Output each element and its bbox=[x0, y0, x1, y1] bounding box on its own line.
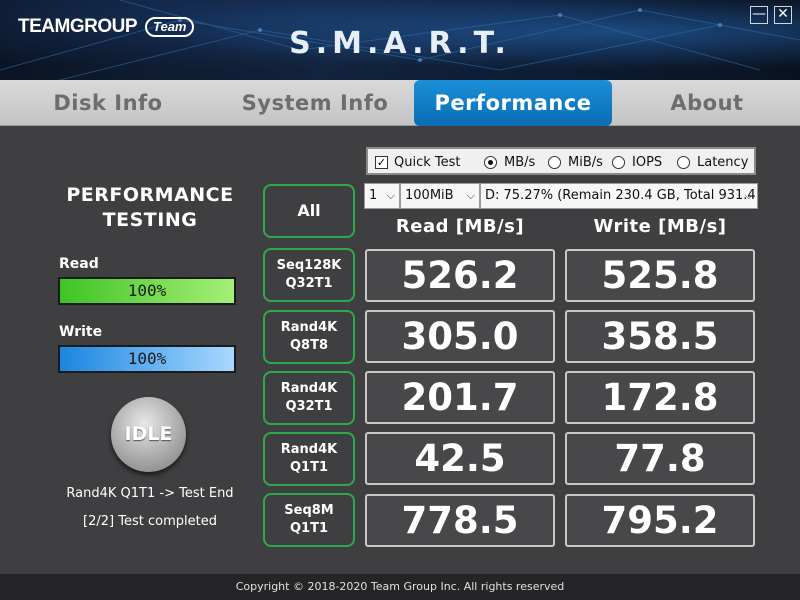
chevron-down-icon: ⌵ bbox=[466, 189, 475, 202]
write-progress-text: 100% bbox=[127, 349, 167, 368]
test-count-select[interactable]: 1 ⌵ bbox=[364, 183, 400, 209]
run-all-button[interactable]: All bbox=[263, 184, 355, 238]
write-result: 795.2 bbox=[565, 494, 755, 547]
write-result: 525.8 bbox=[565, 249, 755, 302]
chevron-down-icon: ⌵ bbox=[386, 189, 395, 202]
write-progress-bar: 100% bbox=[58, 345, 236, 373]
read-result: 201.7 bbox=[365, 371, 555, 424]
app-title: S.M.A.R.T. bbox=[289, 26, 511, 61]
test-button-rand4k-q32t1[interactable]: Rand4K Q32T1 bbox=[263, 371, 355, 425]
test-button-seq128k-q32t1[interactable]: Seq128K Q32T1 bbox=[263, 248, 355, 302]
test-options-panel: ✓ Quick Test MB/s MiB/s IOPS Latency bbox=[366, 147, 756, 175]
test-name-line2: Q1T1 bbox=[289, 460, 328, 475]
unit-option-latency[interactable]: Latency bbox=[677, 154, 748, 170]
start-idle-button[interactable]: IDLE bbox=[111, 397, 186, 472]
test-name-line1: Rand4K bbox=[280, 320, 338, 335]
status-text-current-test: Rand4K Q1T1 -> Test End bbox=[66, 486, 234, 501]
test-size-value: 100MiB bbox=[405, 188, 454, 203]
performance-testing-title: PERFORMANCE TESTING bbox=[40, 183, 260, 233]
test-button-seq8m-q1t1[interactable]: Seq8M Q1T1 bbox=[263, 493, 355, 547]
unit-option-iops[interactable]: IOPS bbox=[612, 154, 662, 170]
test-name-line2: Q1T1 bbox=[289, 521, 328, 536]
tab-system-info[interactable]: System Info bbox=[238, 80, 392, 126]
tab-performance[interactable]: Performance bbox=[414, 80, 612, 126]
test-name-line1: Rand4K bbox=[280, 381, 338, 396]
title-line-1: PERFORMANCE bbox=[66, 184, 234, 206]
read-progress-text: 100% bbox=[127, 281, 167, 300]
close-button[interactable]: ✕ bbox=[774, 6, 792, 24]
write-result: 172.8 bbox=[565, 371, 755, 424]
drive-select[interactable]: D: 75.27% (Remain 230.4 GB, Total 931.4 … bbox=[480, 183, 758, 209]
test-button-rand4k-q1t1[interactable]: Rand4K Q1T1 bbox=[263, 432, 355, 486]
read-column-header: Read [MB/s] bbox=[395, 216, 525, 237]
unit-option-mbs[interactable]: MB/s bbox=[484, 154, 535, 170]
status-text-progress: [2/2] Test completed bbox=[83, 514, 217, 529]
test-name-line1: Rand4K bbox=[280, 442, 338, 457]
radio-mbs[interactable] bbox=[484, 155, 497, 169]
quick-test-label: Quick Test bbox=[394, 154, 461, 170]
write-result: 358.5 bbox=[565, 310, 755, 363]
write-result: 77.8 bbox=[565, 432, 755, 485]
read-result: 42.5 bbox=[365, 432, 555, 485]
unit-label-latency: Latency bbox=[697, 154, 749, 170]
tab-bar: Disk Info System Info Performance About bbox=[0, 80, 800, 126]
test-name-line1: Seq8M bbox=[284, 503, 334, 518]
quick-test-checkbox[interactable]: ✓ bbox=[375, 155, 388, 169]
test-count-value: 1 bbox=[369, 188, 378, 203]
read-result: 526.2 bbox=[365, 249, 555, 302]
read-progress-label: Read bbox=[59, 256, 99, 272]
unit-label-iops: IOPS bbox=[632, 154, 663, 170]
unit-label-mibs: MiB/s bbox=[568, 154, 603, 170]
copyright-footer: Copyright © 2018-2020 Team Group Inc. Al… bbox=[0, 574, 800, 600]
read-result: 305.0 bbox=[365, 310, 555, 363]
radio-latency[interactable] bbox=[677, 155, 690, 169]
test-name-line1: Seq128K bbox=[276, 258, 342, 273]
chevron-down-icon: ⌵ bbox=[744, 189, 753, 202]
title-line-2: TESTING bbox=[102, 209, 198, 231]
read-result: 778.5 bbox=[365, 494, 555, 547]
tab-about[interactable]: About bbox=[660, 80, 754, 126]
drive-value: D: 75.27% (Remain 230.4 GB, Total 931.4 bbox=[485, 188, 756, 203]
unit-label-mbs: MB/s bbox=[504, 154, 536, 170]
test-name-line2: Q32T1 bbox=[285, 276, 333, 291]
test-size-select[interactable]: 100MiB ⌵ bbox=[400, 183, 480, 209]
title-bar: TEAMGROUP Team S.M.A.R.T. — ✕ bbox=[0, 0, 800, 80]
minimize-button[interactable]: — bbox=[750, 6, 768, 24]
read-progress-bar: 100% bbox=[58, 277, 236, 305]
unit-option-mibs[interactable]: MiB/s bbox=[548, 154, 603, 170]
radio-mibs[interactable] bbox=[548, 155, 561, 169]
tab-disk-info[interactable]: Disk Info bbox=[38, 80, 178, 126]
quick-test-option[interactable]: ✓ Quick Test bbox=[375, 154, 461, 170]
write-progress-label: Write bbox=[59, 324, 103, 340]
radio-iops[interactable] bbox=[612, 155, 625, 169]
write-column-header: Write [MB/s] bbox=[593, 216, 727, 237]
test-button-rand4k-q8t8[interactable]: Rand4K Q8T8 bbox=[263, 310, 355, 364]
test-name-line2: Q8T8 bbox=[289, 338, 328, 353]
test-name-line2: Q32T1 bbox=[285, 399, 333, 414]
